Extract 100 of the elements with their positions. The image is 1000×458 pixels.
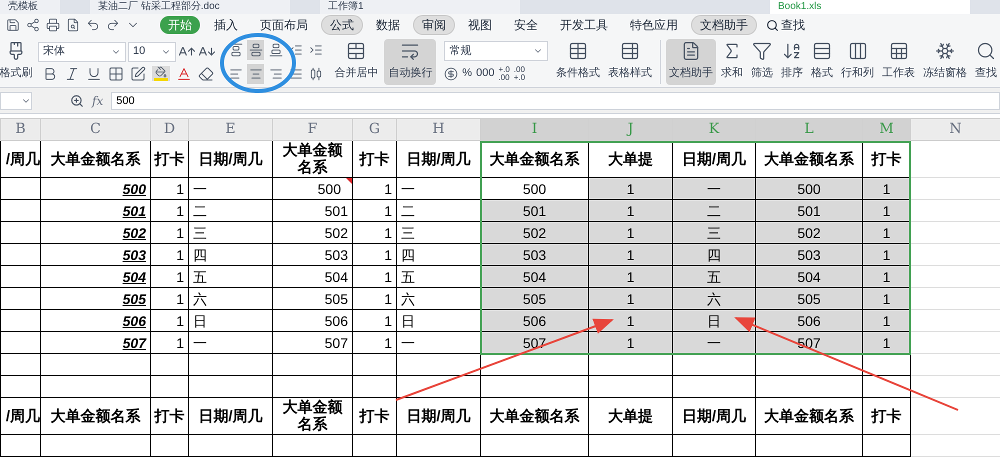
ribbon-tool-button[interactable]: 排序 [778, 38, 806, 84]
cell-text: 1 [175, 312, 185, 330]
share-icon[interactable] [26, 18, 40, 32]
cell-text: 503 [522, 246, 548, 264]
cell-text: 三 [192, 224, 208, 242]
cell-text: 一 [400, 334, 416, 352]
formula-input[interactable]: 500 [111, 92, 1000, 110]
column-header[interactable]: F [272, 118, 352, 140]
align-middle-icon [248, 42, 263, 56]
header-cell-text: 打卡 [153, 150, 186, 168]
menu-tab[interactable]: 视图 [460, 16, 500, 34]
column-header[interactable]: E [188, 118, 272, 140]
cell-text: 二 [706, 202, 722, 220]
ribbon-tool-button[interactable]: 冻结窗格 [920, 38, 970, 84]
menu-tab[interactable]: 特色应用 [622, 16, 686, 34]
number-format-field[interactable]: 常规 [444, 41, 548, 62]
cell-text: 500 [122, 180, 147, 198]
merge-center-button[interactable]: 合并居中 [330, 38, 382, 86]
zoom-icon[interactable] [70, 94, 84, 108]
cell-text: 1 [882, 180, 892, 198]
cell-text: 505 [796, 290, 822, 308]
ribbon-tool-button[interactable]: 表格样式 [605, 38, 655, 84]
ribbon-tool-button[interactable]: 格式 [808, 38, 836, 84]
cell-text: 502 [522, 224, 548, 242]
cell-text: 一 [192, 334, 208, 352]
cell-text: 506 [522, 312, 548, 330]
currency-icon[interactable] [444, 66, 458, 80]
ribbon-tool-button[interactable]: 求和 [718, 38, 746, 84]
header-cell-text: /周几 [4, 150, 40, 168]
document-tab[interactable]: 壳模板 [0, 0, 60, 14]
number-format-button[interactable]: 000 [476, 65, 494, 82]
undo-icon[interactable] [86, 18, 100, 32]
cell-text: 六 [192, 290, 208, 308]
print-icon[interactable] [46, 18, 60, 32]
menu-tab[interactable]: 插入 [206, 16, 246, 34]
align-left-icon [228, 66, 243, 80]
ribbon-tool-button[interactable]: 查找 [972, 38, 1000, 84]
cell-text: 1 [383, 312, 393, 330]
cell-style-icon[interactable] [130, 66, 146, 82]
column-header[interactable]: G [352, 118, 396, 140]
column-header[interactable]: N [910, 118, 1000, 140]
cell-text: 506 [122, 312, 147, 330]
cell-text: 1 [626, 180, 636, 198]
header-cell-text: 打卡 [358, 408, 390, 424]
menu-tab[interactable]: 文档助手 [692, 16, 756, 34]
document-tab[interactable]: 某油二厂 钻采工程部分.doc [90, 0, 290, 14]
header-cell-text: 大单金额名系 [488, 150, 580, 168]
font-color-icon[interactable] [176, 66, 192, 82]
menu-tab[interactable]: 页面布局 [252, 16, 316, 34]
header-cell-text: 大单金额名系 [763, 150, 855, 168]
column-header[interactable]: D [150, 118, 188, 140]
menu-tab[interactable]: 开发工具 [552, 16, 616, 34]
menu-tab[interactable]: 审阅 [414, 16, 454, 34]
align-center-button[interactable] [247, 64, 264, 84]
ribbon-tool-button[interactable]: 条件格式 [553, 38, 603, 84]
font-size-field[interactable]: 10 [128, 42, 176, 62]
italic-icon[interactable] [64, 66, 80, 82]
fill-color-button[interactable] [152, 66, 170, 81]
cell-text: 1 [882, 290, 892, 308]
save-icon[interactable] [6, 18, 20, 32]
cell-text: 500 [796, 180, 822, 198]
ribbon-tool-button[interactable]: 工作表 [879, 38, 918, 84]
align-middle-button[interactable] [247, 40, 264, 60]
align-bottom-icon [268, 42, 283, 56]
find-icon [976, 41, 996, 62]
cell-text: 1 [383, 202, 393, 220]
column-header[interactable]: B [0, 118, 40, 140]
header-cell-text: 大单金额名系 [282, 142, 344, 176]
borders-icon[interactable] [108, 66, 124, 82]
wrap-text-button[interactable]: 自动换行 [384, 38, 436, 84]
ribbon-tool-button[interactable]: 筛选 [748, 38, 776, 84]
cell-text: 1 [175, 246, 185, 264]
number-format-button[interactable]: .00 +.0 [514, 66, 526, 82]
ribbon-tool-button[interactable]: 文档助手 [666, 38, 716, 84]
column-header[interactable]: H [396, 118, 480, 140]
cell-text: 507 [324, 334, 349, 352]
cell-text: 1 [383, 224, 393, 242]
print-preview-icon[interactable] [66, 18, 80, 32]
redo-icon[interactable] [106, 18, 120, 32]
search-button[interactable]: 查找 [762, 16, 809, 34]
header-cell-text: 大单金额名系 [50, 408, 142, 424]
document-tab[interactable]: 工作簿1 [320, 0, 520, 14]
column-header[interactable]: C [40, 118, 150, 140]
eraser-icon[interactable] [198, 66, 214, 82]
cell-text: 五 [192, 268, 208, 286]
menu-tab[interactable]: 安全 [506, 16, 546, 34]
cell-text: 1 [882, 202, 892, 220]
number-format-button[interactable]: +.0 .00 [498, 66, 510, 82]
cell-text: 三 [400, 224, 416, 242]
font-name-field[interactable]: 宋体 [38, 42, 126, 62]
document-tab[interactable]: Book1.xls [770, 0, 970, 14]
cell-text: 1 [175, 224, 185, 242]
menu-tab[interactable]: 数据 [368, 16, 408, 34]
ribbon-tool-button[interactable]: 行和列 [838, 38, 877, 84]
underline-icon[interactable] [86, 66, 102, 82]
menu-tab[interactable]: 公式 [322, 16, 362, 34]
number-format-button[interactable]: % [462, 65, 472, 82]
header-cell-text: 日期/周几 [680, 408, 748, 424]
cell-text: 四 [192, 246, 208, 264]
header-cell-text: 日期/周几 [680, 150, 748, 168]
